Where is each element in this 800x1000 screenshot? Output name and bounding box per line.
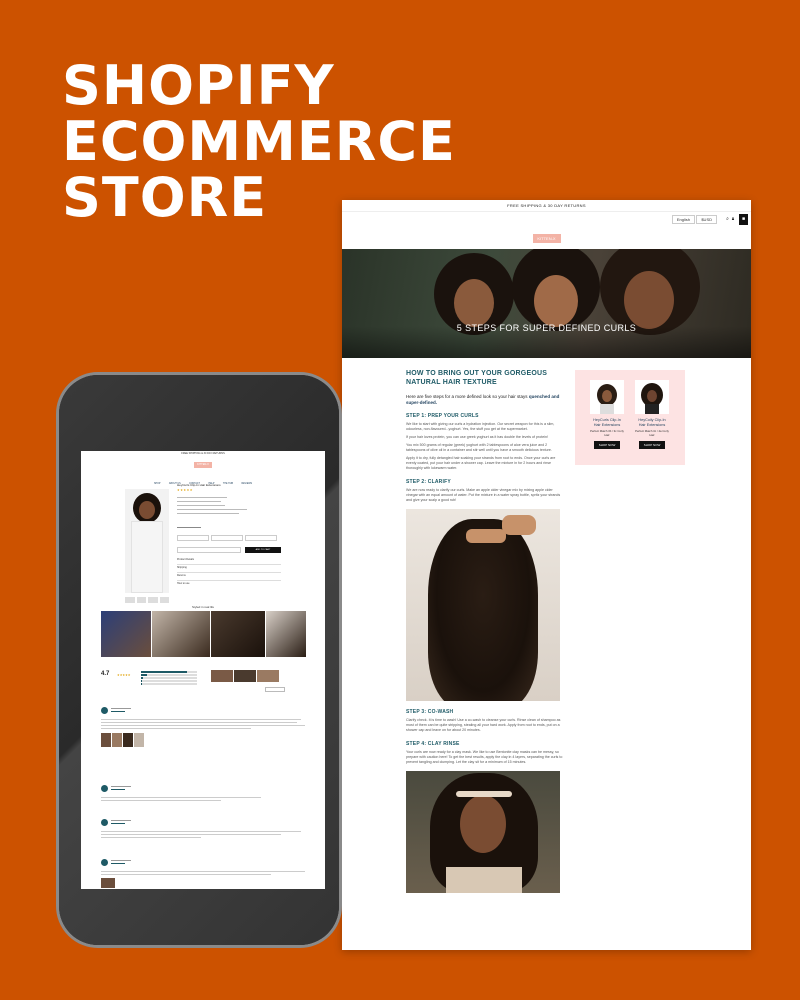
- review-photo[interactable]: [257, 670, 279, 682]
- step-1-title: STEP 1: PREP YOUR CURLS: [406, 413, 479, 419]
- mobile-nav-reviews[interactable]: REVIEWS: [241, 483, 252, 485]
- mobile-nav-shop[interactable]: SHOP: [154, 483, 161, 485]
- mobile-nav-hub[interactable]: THE HUB: [223, 483, 233, 485]
- shop-now-button[interactable]: SHOP NOW: [594, 441, 620, 450]
- rating-bar-track: [141, 677, 197, 679]
- header-icons: ⌕♟: [726, 216, 737, 222]
- gallery-photo[interactable]: [266, 611, 306, 657]
- variant-option[interactable]: [211, 535, 243, 541]
- product-title: HeyCurls Clip-In Hair Extensions: [593, 418, 621, 427]
- variant-option[interactable]: [177, 535, 209, 541]
- product-subtitle: Perfect Match 3b / 3c Curly Hair: [590, 429, 624, 437]
- gallery-photo[interactable]: [152, 611, 210, 657]
- rating-bar-fill: [141, 683, 143, 685]
- product-subtitle: Perfect Match 3c / 4a Curly Hair: [635, 429, 669, 437]
- mobile-product-title: HeyCurls Clip-In Hair Extensions: [177, 483, 221, 487]
- rating-bar-fill: [141, 677, 144, 679]
- step-1-paragraph: You mix 500 grams of regular (greek) yog…: [406, 443, 552, 452]
- step-4-title: STEP 4: CLAY RINSE: [406, 741, 460, 747]
- average-rating: 4.7: [101, 671, 110, 677]
- headline-line-2: ECOMMERCE: [62, 110, 456, 173]
- rating-bar-track: [141, 680, 197, 682]
- accordion-returns[interactable]: Returns: [177, 574, 186, 577]
- mobile-store-logo[interactable]: KITTEN-X: [194, 462, 212, 468]
- rating-bar-fill: [141, 671, 187, 673]
- accordion-product-details[interactable]: Product Details: [177, 558, 194, 561]
- review-photo[interactable]: [211, 670, 233, 682]
- product-thumbnail: [590, 380, 624, 414]
- sidebar-product-box: HeyCurls Clip-In Hair Extensions Perfect…: [575, 370, 685, 465]
- sidebar-product-card[interactable]: HeyCoily Clip-In Hair Extensions Perfect…: [635, 380, 669, 450]
- gallery-photo[interactable]: [211, 611, 265, 657]
- gallery-photo[interactable]: [101, 611, 151, 657]
- step-3-title: STEP 3: CO-WASH: [406, 709, 454, 715]
- rating-bar-track: [141, 683, 197, 685]
- rating-bar-fill: [141, 674, 147, 676]
- announcement-bar: FREE SHIPPING & 30 DAY RETURNS: [342, 200, 751, 212]
- variant-option[interactable]: [245, 535, 277, 541]
- product-stars: ★★★★★: [177, 488, 193, 492]
- rating-stars: ★★★★★: [117, 673, 131, 677]
- quantity-stepper[interactable]: [177, 547, 241, 553]
- hero-banner: 5 STEPS FOR SUPER DEFINED CURLS: [342, 249, 751, 358]
- mobile-nav: SHOP ABOUT US CONTACT HELP THE HUB REVIE…: [81, 471, 325, 485]
- utility-bar: English $USD ⌕♟ ■: [342, 212, 751, 226]
- review-item: [101, 819, 307, 855]
- review-item: [101, 707, 307, 777]
- model-portrait-photo: [406, 771, 560, 893]
- cart-icon[interactable]: ■: [739, 214, 748, 225]
- styled-in-real-life-heading: Styled in real life: [191, 605, 214, 609]
- store-logo[interactable]: KITTEN-X: [532, 234, 561, 243]
- review-item: [101, 785, 307, 813]
- currency-selector[interactable]: $USD: [696, 215, 717, 224]
- article-body: HOW TO BRING OUT YOUR GORGEOUS NATURAL H…: [406, 370, 564, 893]
- language-selector[interactable]: English: [671, 215, 695, 224]
- step-1-paragraph: If your hair loves protein, you can use …: [406, 435, 549, 439]
- step-3-paragraph: Clarify check. It is time to wash! Use a…: [406, 718, 561, 732]
- write-review-button[interactable]: [265, 687, 285, 692]
- desktop-page-mockup: FREE SHIPPING & 30 DAY RETURNS English $…: [342, 200, 751, 950]
- thumbnail-strip: [125, 597, 169, 603]
- phone-screen: FREE SHIPPING & 30 DAY RETURNS KITTEN-X …: [81, 451, 325, 889]
- accordion-shipping[interactable]: Shipping: [177, 566, 187, 569]
- phone-mockup: FREE SHIPPING & 30 DAY RETURNS KITTEN-X …: [56, 372, 342, 948]
- sidebar-product-card[interactable]: HeyCurls Clip-In Hair Extensions Perfect…: [590, 380, 624, 450]
- review-photo[interactable]: [234, 670, 256, 682]
- add-to-cart-button[interactable]: ADD TO CART: [245, 547, 281, 553]
- article-intro: Here are five steps for a more defined l…: [406, 394, 560, 405]
- shop-now-button[interactable]: SHOP NOW: [639, 441, 665, 450]
- article-heading: HOW TO BRING OUT YOUR GORGEOUS NATURAL H…: [406, 370, 548, 386]
- product-image: [125, 489, 169, 593]
- step-4-paragraph: Your curls are now ready for a clay mask…: [406, 750, 563, 764]
- step-2-paragraph: We are now ready to clarify our curls. M…: [406, 488, 561, 502]
- accordion-how-to-use[interactable]: How to use: [177, 582, 190, 585]
- rating-bar-track: [141, 674, 197, 676]
- product-title: HeyCoily Clip-In Hair Extensions: [638, 418, 666, 427]
- step-1-paragraph: We like to start with giving our curls a…: [406, 422, 555, 431]
- curly-hair-photo: [406, 509, 560, 701]
- product-thumbnail: [635, 380, 669, 414]
- mobile-announcement-bar: FREE SHIPPING & 30 DAY RETURNS: [181, 452, 225, 455]
- step-2-title: STEP 2: CLARIFY: [406, 479, 451, 485]
- hero-title: 5 STEPS FOR SUPER DEFINED CURLS: [456, 323, 637, 333]
- rating-bar-fill: [141, 680, 143, 682]
- account-icon[interactable]: ♟: [731, 216, 737, 222]
- headline-line-1: SHOPIFY: [62, 54, 335, 117]
- step-1-paragraph: Apply it to dry, fully detangled hair so…: [406, 456, 556, 470]
- review-item: [101, 859, 307, 889]
